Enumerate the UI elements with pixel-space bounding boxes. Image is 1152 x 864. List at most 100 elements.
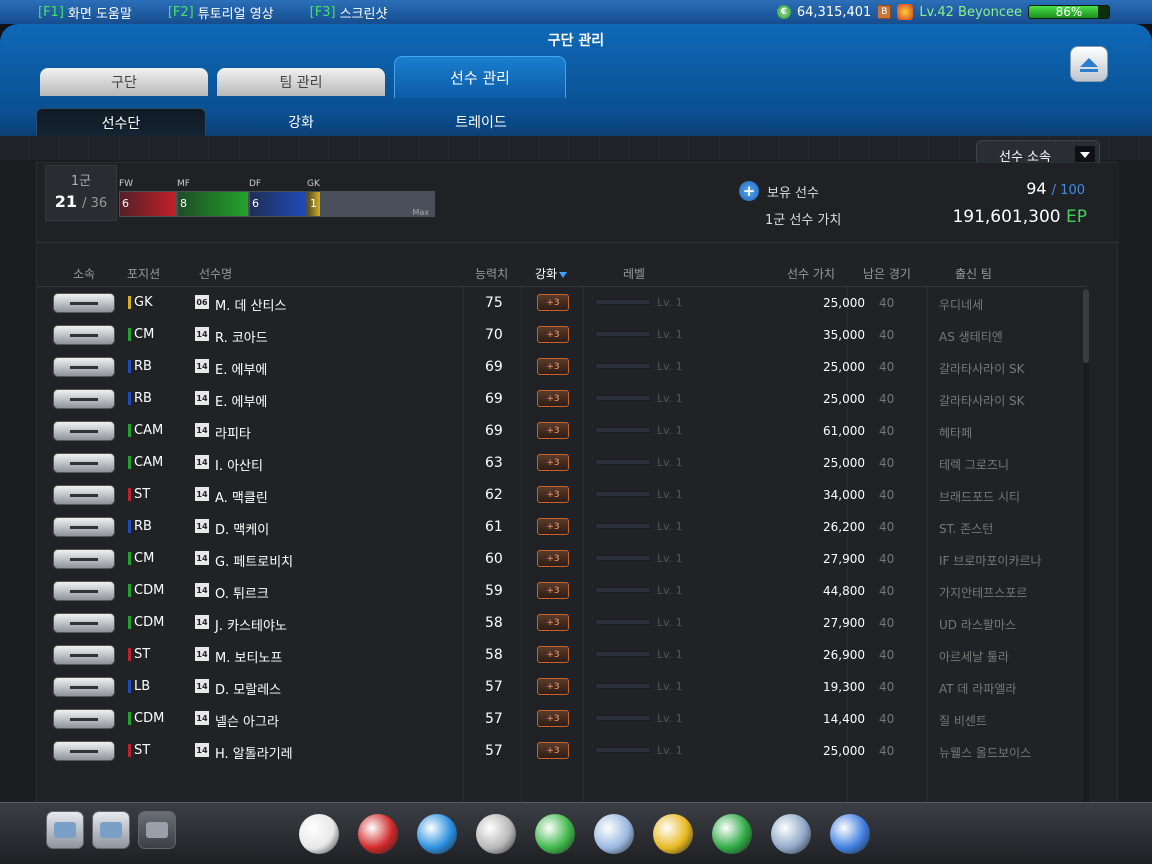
hotkey-tutorial[interactable]: [F2] 튜토리얼 영상 [168,3,274,22]
table-row[interactable]: CDM 14 J. 카스테야노 58 +3 Lv. 1 27,900 40 UD 라스팔마스 [37,607,1087,639]
table-row[interactable]: CM 14 R. 코아드 70 +3 Lv. 1 35,000 40 AS 생테티엔 [37,319,1087,351]
enhance-level-badge[interactable]: +3 [537,550,569,567]
assign-group-button[interactable] [53,613,115,633]
col-ovr[interactable]: 능력치 [475,265,508,282]
player-name[interactable]: M. 보티노프 [215,647,282,666]
trophy-icon[interactable] [473,811,519,857]
table-row[interactable]: CAM 14 라피타 69 +3 Lv. 1 61,000 40 헤타페 [37,415,1087,447]
assign-group-button[interactable] [53,741,115,761]
enhance-level-badge[interactable]: +3 [537,518,569,535]
table-row[interactable]: RB 14 E. 에부에 69 +3 Lv. 1 25,000 40 갈라타사라이 SK [37,383,1087,415]
enhance-level-badge[interactable]: +3 [537,294,569,311]
scrollbar-thumb[interactable] [1083,289,1089,363]
table-row[interactable]: ST 14 A. 맥클린 62 +3 Lv. 1 34,000 40 브래드포드 시티 [37,479,1087,511]
assign-group-button[interactable] [53,645,115,665]
clipboard-icon[interactable] [591,811,637,857]
ball-icon[interactable] [355,811,401,857]
assign-group-button[interactable] [53,517,115,537]
col-club[interactable]: 출신 팀 [955,265,992,282]
player-name[interactable]: A. 맥클린 [215,487,268,506]
table-row[interactable]: RB 14 E. 에부에 69 +3 Lv. 1 25,000 40 갈라타사라이 SK [37,351,1087,383]
col-level[interactable]: 레벨 [623,265,645,282]
hotkey-screenshot[interactable]: [F3] 스크린샷 [310,3,388,22]
boots-icon[interactable] [414,811,460,857]
player-name[interactable]: 넬슨 아그라 [215,711,279,730]
assign-group-button[interactable] [53,357,115,377]
player-name[interactable]: G. 페트로비치 [215,551,293,570]
table-row[interactable]: CM 14 G. 페트로비치 60 +3 Lv. 1 27,900 40 IF 브로마포이카르나 [37,543,1087,575]
col-value[interactable]: 선수 가치 [787,265,835,282]
table-row[interactable]: GK 06 M. 데 산티스 75 +3 Lv. 1 25,000 40 우디네세 [37,287,1087,319]
squad-group-box[interactable]: 1군 21 / 36 [45,165,117,221]
player-name[interactable]: O. 튀르크 [215,583,269,602]
enhance-level-badge[interactable]: +3 [537,582,569,599]
plus-icon[interactable]: + [739,181,759,201]
assign-group-button[interactable] [53,453,115,473]
table-row[interactable]: RB 14 D. 맥케이 61 +3 Lv. 1 26,200 40 ST. 존스턴 [37,511,1087,543]
assign-group-button[interactable] [53,581,115,601]
player-name[interactable]: E. 에부에 [215,391,267,410]
jersey-icon[interactable] [650,811,696,857]
player-name[interactable]: J. 카스테야노 [215,615,287,634]
assign-group-button[interactable] [53,325,115,345]
origin-club: 헤타페 [939,426,973,440]
player-name[interactable]: E. 에부에 [215,359,267,378]
assign-group-button[interactable] [53,485,115,505]
owned-players[interactable]: + 보유 선수 [739,181,819,201]
enhance-level-badge[interactable]: +3 [537,326,569,343]
player-name[interactable]: R. 코아드 [215,327,268,346]
assign-group-button[interactable] [53,549,115,569]
player-name[interactable]: M. 데 산티스 [215,295,286,314]
scrollbar-track[interactable] [1083,289,1089,819]
player-name[interactable]: D. 모랄레스 [215,679,281,698]
subtab-trade[interactable]: 트레이드 [396,108,566,136]
chat-icon[interactable] [46,811,84,849]
club-icon[interactable] [709,811,755,857]
col-position[interactable]: 포지션 [127,265,160,282]
assign-group-button[interactable] [53,293,115,313]
assign-group-button[interactable] [53,389,115,409]
enhance-level-badge[interactable]: +3 [537,614,569,631]
player-name[interactable]: D. 맥케이 [215,519,269,538]
enhance-level-badge[interactable]: +3 [537,678,569,695]
hotkey-bar: [F1] 화면 도움말 [F2] 튜토리얼 영상 [F3] 스크린샷 € 64,315… [0,0,1152,24]
table-row[interactable]: ST 14 H. 알톨라기레 57 +3 Lv. 1 25,000 40 뉴웰스 올드보이스 [37,735,1087,767]
player-name[interactable]: 라피타 [215,423,251,442]
col-games[interactable]: 남은 경기 [863,265,911,282]
col-name[interactable]: 선수명 [199,265,232,282]
enhance-level-badge[interactable]: +3 [537,390,569,407]
tab-player-management[interactable]: 선수 관리 [394,56,566,98]
col-enhance[interactable]: 강화 [535,265,568,282]
table-row[interactable]: ST 14 M. 보티노프 58 +3 Lv. 1 26,900 40 아르세날 툴라 [37,639,1087,671]
messenger-icon[interactable] [92,811,130,849]
assign-group-button[interactable] [53,677,115,697]
enhance-level-badge[interactable]: +3 [537,358,569,375]
enhance-level-badge[interactable]: +3 [537,454,569,471]
assign-group-button[interactable] [53,709,115,729]
cart-icon[interactable] [827,811,873,857]
subtab-enhance[interactable]: 강화 [216,108,386,136]
table-row[interactable]: CDM 14 넬슨 아그라 57 +3 Lv. 1 14,400 40 질 비센트 [37,703,1087,735]
hotkey-help[interactable]: [F1] 화면 도움말 [38,3,132,22]
enhance-level-badge[interactable]: +3 [537,646,569,663]
mail-icon[interactable] [138,811,176,849]
tab-squad[interactable]: 구단 [40,68,208,96]
player-name[interactable]: I. 아산티 [215,455,263,474]
whistle-icon[interactable] [296,811,342,857]
card-icon[interactable] [768,811,814,857]
enhance-level-badge[interactable]: +3 [537,422,569,439]
table-row[interactable]: CDM 14 O. 튀르크 59 +3 Lv. 1 44,800 40 가지안테프스포르 [37,575,1087,607]
ranking-icon[interactable] [532,811,578,857]
enhance-level-badge[interactable]: +3 [537,710,569,727]
eject-icon [1080,58,1098,67]
tab-team-management[interactable]: 팀 관리 [217,68,385,96]
subtab-roster[interactable]: 선수단 [36,108,206,136]
player-name[interactable]: H. 알톨라기레 [215,743,293,762]
table-row[interactable]: CAM 14 I. 아산티 63 +3 Lv. 1 25,000 40 테렉 그로즈니 [37,447,1087,479]
close-window-button[interactable] [1070,46,1108,82]
enhance-level-badge[interactable]: +3 [537,742,569,759]
table-row[interactable]: LB 14 D. 모랄레스 57 +3 Lv. 1 19,300 40 AT 데 라파엘라 [37,671,1087,703]
enhance-level-badge[interactable]: +3 [537,486,569,503]
col-affiliation[interactable]: 소속 [73,265,95,282]
assign-group-button[interactable] [53,421,115,441]
